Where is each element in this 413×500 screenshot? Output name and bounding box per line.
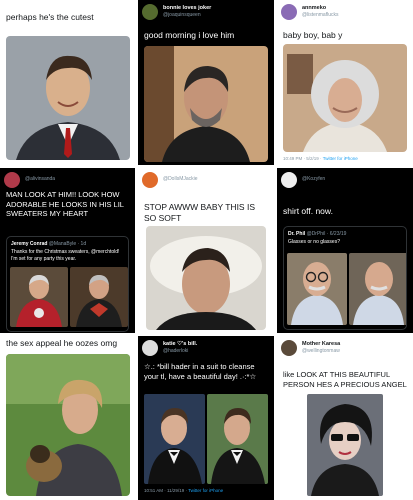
tweet-source-link[interactable]: Twitter for iPhone — [188, 488, 223, 493]
user-handle[interactable]: @joaquinsqueen — [163, 12, 201, 18]
tweet-photo[interactable] — [6, 354, 130, 496]
tweet-text: shirt off. now. — [283, 206, 333, 216]
tweet-photo[interactable] — [207, 394, 268, 484]
tweet-card-5[interactable]: @DollsMJackie STOP AWWW BABY THIS IS SO … — [138, 168, 274, 333]
no-glasses-photo — [349, 253, 406, 325]
tweet-header: Mother Karesa @wellingtonmaw — [281, 340, 409, 358]
tweet-photo[interactable] — [307, 394, 383, 496]
tweet-photo[interactable] — [144, 46, 268, 162]
tweet-card-6[interactable]: @Kozyfen shirt off. now. Dr. Phil @DrPhi… — [277, 168, 413, 333]
suit-photo — [144, 394, 205, 484]
quoted-user-handle[interactable]: @ManaByle · 1d — [49, 241, 86, 247]
pillow-selfie-image — [146, 226, 266, 330]
avatar[interactable] — [281, 172, 297, 188]
tweet-card-7[interactable]: the sex appeal he oozes omg — [0, 336, 135, 500]
quoted-tweet[interactable]: Jeremy Conrad @ManaByle · 1d Thanks for … — [6, 236, 129, 332]
quoted-user-handle[interactable]: @DrPhil · 6/23/19 — [307, 231, 347, 237]
user-handle[interactable]: @alivinsanda — [25, 176, 55, 182]
user-handle[interactable]: @listenmaflucks — [302, 12, 338, 18]
tweet-card-3[interactable]: annmeko @listenmaflucks baby boy, bab y … — [277, 0, 413, 165]
quoted-tweet-header: Jeremy Conrad @ManaByle · 1d — [11, 241, 86, 247]
tweet-header: @DollsMJackie — [142, 172, 270, 190]
tweet-header: annmeko @listenmaflucks — [281, 4, 409, 22]
tweet-timestamp: 10:51 AM · 11/29/19 · — [144, 488, 187, 493]
tweet-text: ☆.: *bill hader in a suit to cleanse you… — [144, 362, 257, 381]
tweet-text: the sex appeal he oozes omg — [6, 338, 118, 348]
tweet-photo[interactable] — [144, 394, 205, 484]
user-handle[interactable]: @Kozyfen — [302, 176, 325, 182]
quoted-display-name[interactable]: Dr. Phil — [288, 231, 305, 237]
quoted-tweet[interactable]: Dr. Phil @DrPhil · 6/23/19 Glasses or no… — [283, 226, 407, 330]
quoted-tweet-text: Glasses or no glasses? — [288, 239, 340, 245]
tweet-header: @alivinsanda — [4, 172, 131, 190]
suit-photo — [207, 394, 268, 484]
portrait-image — [6, 36, 130, 160]
tweet-card-8[interactable]: katie ♡'s bill. @haderloki ☆.: *bill had… — [138, 336, 274, 500]
sweater-photo — [70, 267, 128, 327]
user-handle[interactable]: @haderloki — [163, 348, 188, 354]
tweet-card-9[interactable]: Mother Karesa @wellingtonmaw like LOOK A… — [277, 336, 413, 500]
tweet-photo[interactable] — [283, 44, 407, 152]
quoted-tweet-photo[interactable] — [70, 267, 128, 327]
tweet-photo[interactable] — [6, 36, 130, 160]
tweet-text: like LOOK AT THIS BEAUTIFUL PERSON HES A… — [283, 370, 407, 389]
tweet-text: good morning i love him — [144, 30, 235, 40]
avatar[interactable] — [281, 340, 297, 356]
tweet-text: STOP AWWW BABY THIS IS SO SOFT — [144, 202, 255, 223]
quoted-tweet-photo[interactable] — [287, 253, 347, 325]
tweet-card-1[interactable]: perhaps he's the cutest — [0, 0, 135, 165]
user-handle[interactable]: @wellingtonmaw — [302, 348, 340, 354]
sweater-photo — [10, 267, 68, 327]
tweet-source-link[interactable]: Twitter for iPhone — [323, 156, 358, 161]
portrait-image — [283, 44, 407, 152]
avatar[interactable] — [4, 172, 20, 188]
tweet-card-2[interactable]: bonnie loves joker @joaquinsqueen good m… — [138, 0, 274, 165]
tweet-meta: 10:51 AM · 11/29/19 · Twitter for iPhone — [144, 488, 223, 493]
tweet-card-4[interactable]: @alivinsanda MAN LOOK AT HIM!! LOOK HOW … — [0, 168, 135, 333]
tweet-header: @Kozyfen — [281, 172, 409, 190]
avatar[interactable] — [142, 4, 158, 20]
quoted-tweet-text: Thanks for the Christmas sweaters, @merc… — [11, 249, 120, 262]
tweet-header: katie ♡'s bill. @haderloki — [142, 340, 270, 358]
tweet-photo[interactable] — [146, 226, 266, 330]
quoted-tweet-photo[interactable] — [10, 267, 68, 327]
tweet-meta: 10:49 PM · 5/2/19 · Twitter for iPhone — [283, 156, 358, 161]
avatar[interactable] — [142, 340, 158, 356]
avatar[interactable] — [281, 4, 297, 20]
tweet-text: perhaps he's the cutest — [6, 12, 94, 22]
user-handle[interactable]: @DollsMJackie — [163, 176, 198, 182]
quoted-tweet-photo[interactable] — [349, 253, 406, 325]
quoted-tweet-header: Dr. Phil @DrPhil · 6/23/19 — [288, 231, 346, 237]
tweet-header: bonnie loves joker @joaquinsqueen — [142, 4, 270, 22]
display-name[interactable]: bonnie loves joker — [163, 5, 211, 11]
tweet-text: MAN LOOK AT HIM!! LOOK HOW ADORABLE HE L… — [6, 190, 124, 218]
portrait-image — [144, 46, 268, 162]
tweet-timestamp: 10:49 PM · 5/2/19 · — [283, 156, 322, 161]
man-with-dog-image — [6, 354, 130, 496]
display-name[interactable]: katie ♡'s bill. — [163, 341, 197, 347]
display-name[interactable]: annmeko — [302, 5, 326, 11]
quoted-display-name[interactable]: Jeremy Conrad — [11, 241, 47, 247]
avatar[interactable] — [142, 172, 158, 188]
portrait-image — [307, 394, 383, 496]
tweet-text: baby boy, bab y — [283, 30, 343, 40]
glasses-photo — [287, 253, 347, 325]
display-name[interactable]: Mother Karesa — [302, 341, 340, 347]
